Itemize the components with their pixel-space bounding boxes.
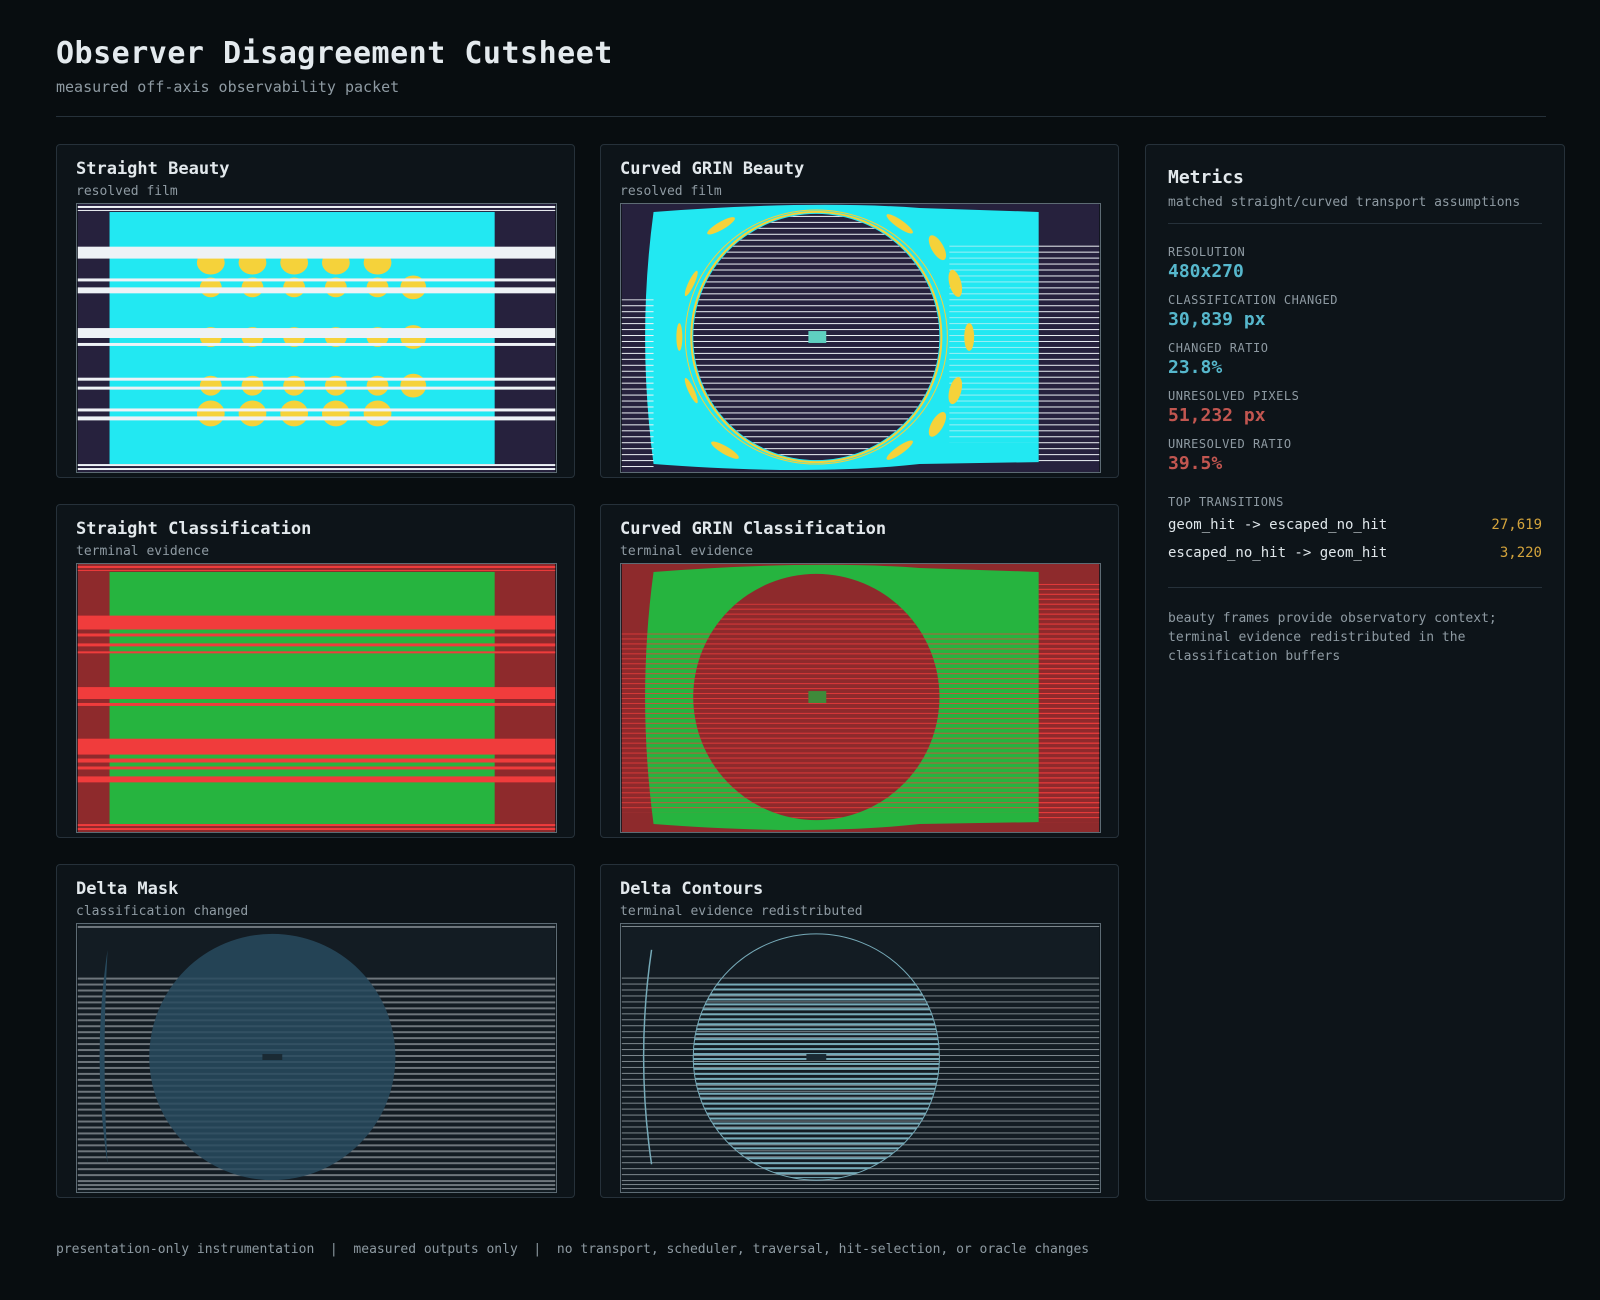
straight-beauty-image bbox=[76, 203, 557, 473]
panel-title: Delta Mask bbox=[76, 879, 179, 899]
panel-title: Straight Classification bbox=[76, 519, 312, 539]
panel-subtitle: terminal evidence bbox=[76, 544, 210, 559]
transition-name: geom_hit -> escaped_no_hit bbox=[1168, 517, 1388, 533]
panel-subtitle: resolved film bbox=[76, 184, 178, 199]
panel-title: Delta Contours bbox=[620, 879, 764, 899]
transition-row: escaped_no_hit -> geom_hit 3,220 bbox=[1168, 545, 1542, 561]
panel-straight-classification: Straight Classification terminal evidenc… bbox=[56, 504, 575, 838]
unresolved-pixels-label: UNRESOLVED PIXELS bbox=[1168, 389, 1300, 403]
delta-mask-image bbox=[76, 923, 557, 1193]
header-divider bbox=[56, 116, 1546, 117]
changed-ratio-value: 23.8% bbox=[1168, 357, 1223, 378]
changed-ratio-label: CHANGED RATIO bbox=[1168, 341, 1269, 355]
transition-count: 27,619 bbox=[1491, 517, 1542, 533]
panel-title: Curved GRIN Classification bbox=[620, 519, 887, 539]
transition-count: 3,220 bbox=[1499, 545, 1542, 561]
metrics-title: Metrics bbox=[1168, 167, 1244, 188]
delta-contours-image bbox=[620, 923, 1101, 1193]
straight-classification-image bbox=[76, 563, 557, 833]
top-transitions-label: TOP TRANSITIONS bbox=[1168, 495, 1284, 509]
panel-curved-classification: Curved GRIN Classification terminal evid… bbox=[600, 504, 1119, 838]
panel-straight-beauty: Straight Beauty resolved film bbox=[56, 144, 575, 478]
panel-title: Curved GRIN Beauty bbox=[620, 159, 805, 179]
panel-delta-mask: Delta Mask classification changed bbox=[56, 864, 575, 1198]
metrics-subtitle: matched straight/curved transport assump… bbox=[1168, 195, 1521, 210]
panel-subtitle: resolved film bbox=[620, 184, 722, 199]
metrics-note: beauty frames provide observatory contex… bbox=[1168, 611, 1497, 664]
footer-note: presentation-only instrumentation | meas… bbox=[56, 1242, 1090, 1257]
classification-changed-value: 30,839 px bbox=[1168, 309, 1266, 330]
panel-subtitle: terminal evidence redistributed bbox=[620, 904, 863, 919]
panel-title: Straight Beauty bbox=[76, 159, 230, 179]
resolution-label: RESOLUTION bbox=[1168, 245, 1246, 259]
unresolved-ratio-label: UNRESOLVED RATIO bbox=[1168, 437, 1292, 451]
transition-row: geom_hit -> escaped_no_hit 27,619 bbox=[1168, 517, 1542, 533]
page-title: Observer Disagreement Cutsheet bbox=[56, 36, 613, 71]
panel-delta-contours: Delta Contours terminal evidence redistr… bbox=[600, 864, 1119, 1198]
metrics-panel: Metrics matched straight/curved transpor… bbox=[1145, 144, 1565, 1201]
panel-subtitle: classification changed bbox=[76, 904, 249, 919]
classification-changed-label: CLASSIFICATION CHANGED bbox=[1168, 293, 1338, 307]
curved-classification-image bbox=[620, 563, 1101, 833]
unresolved-pixels-value: 51,232 px bbox=[1168, 405, 1266, 426]
page-subtitle: measured off-axis observability packet bbox=[56, 78, 400, 96]
panel-subtitle: terminal evidence bbox=[620, 544, 754, 559]
panel-curved-beauty: Curved GRIN Beauty resolved film bbox=[600, 144, 1119, 478]
metrics-divider bbox=[1168, 223, 1542, 224]
transition-name: escaped_no_hit -> geom_hit bbox=[1168, 545, 1388, 561]
resolution-value: 480x270 bbox=[1168, 261, 1244, 282]
unresolved-ratio-value: 39.5% bbox=[1168, 453, 1223, 474]
metrics-divider bbox=[1168, 587, 1542, 588]
curved-beauty-image bbox=[620, 203, 1101, 473]
